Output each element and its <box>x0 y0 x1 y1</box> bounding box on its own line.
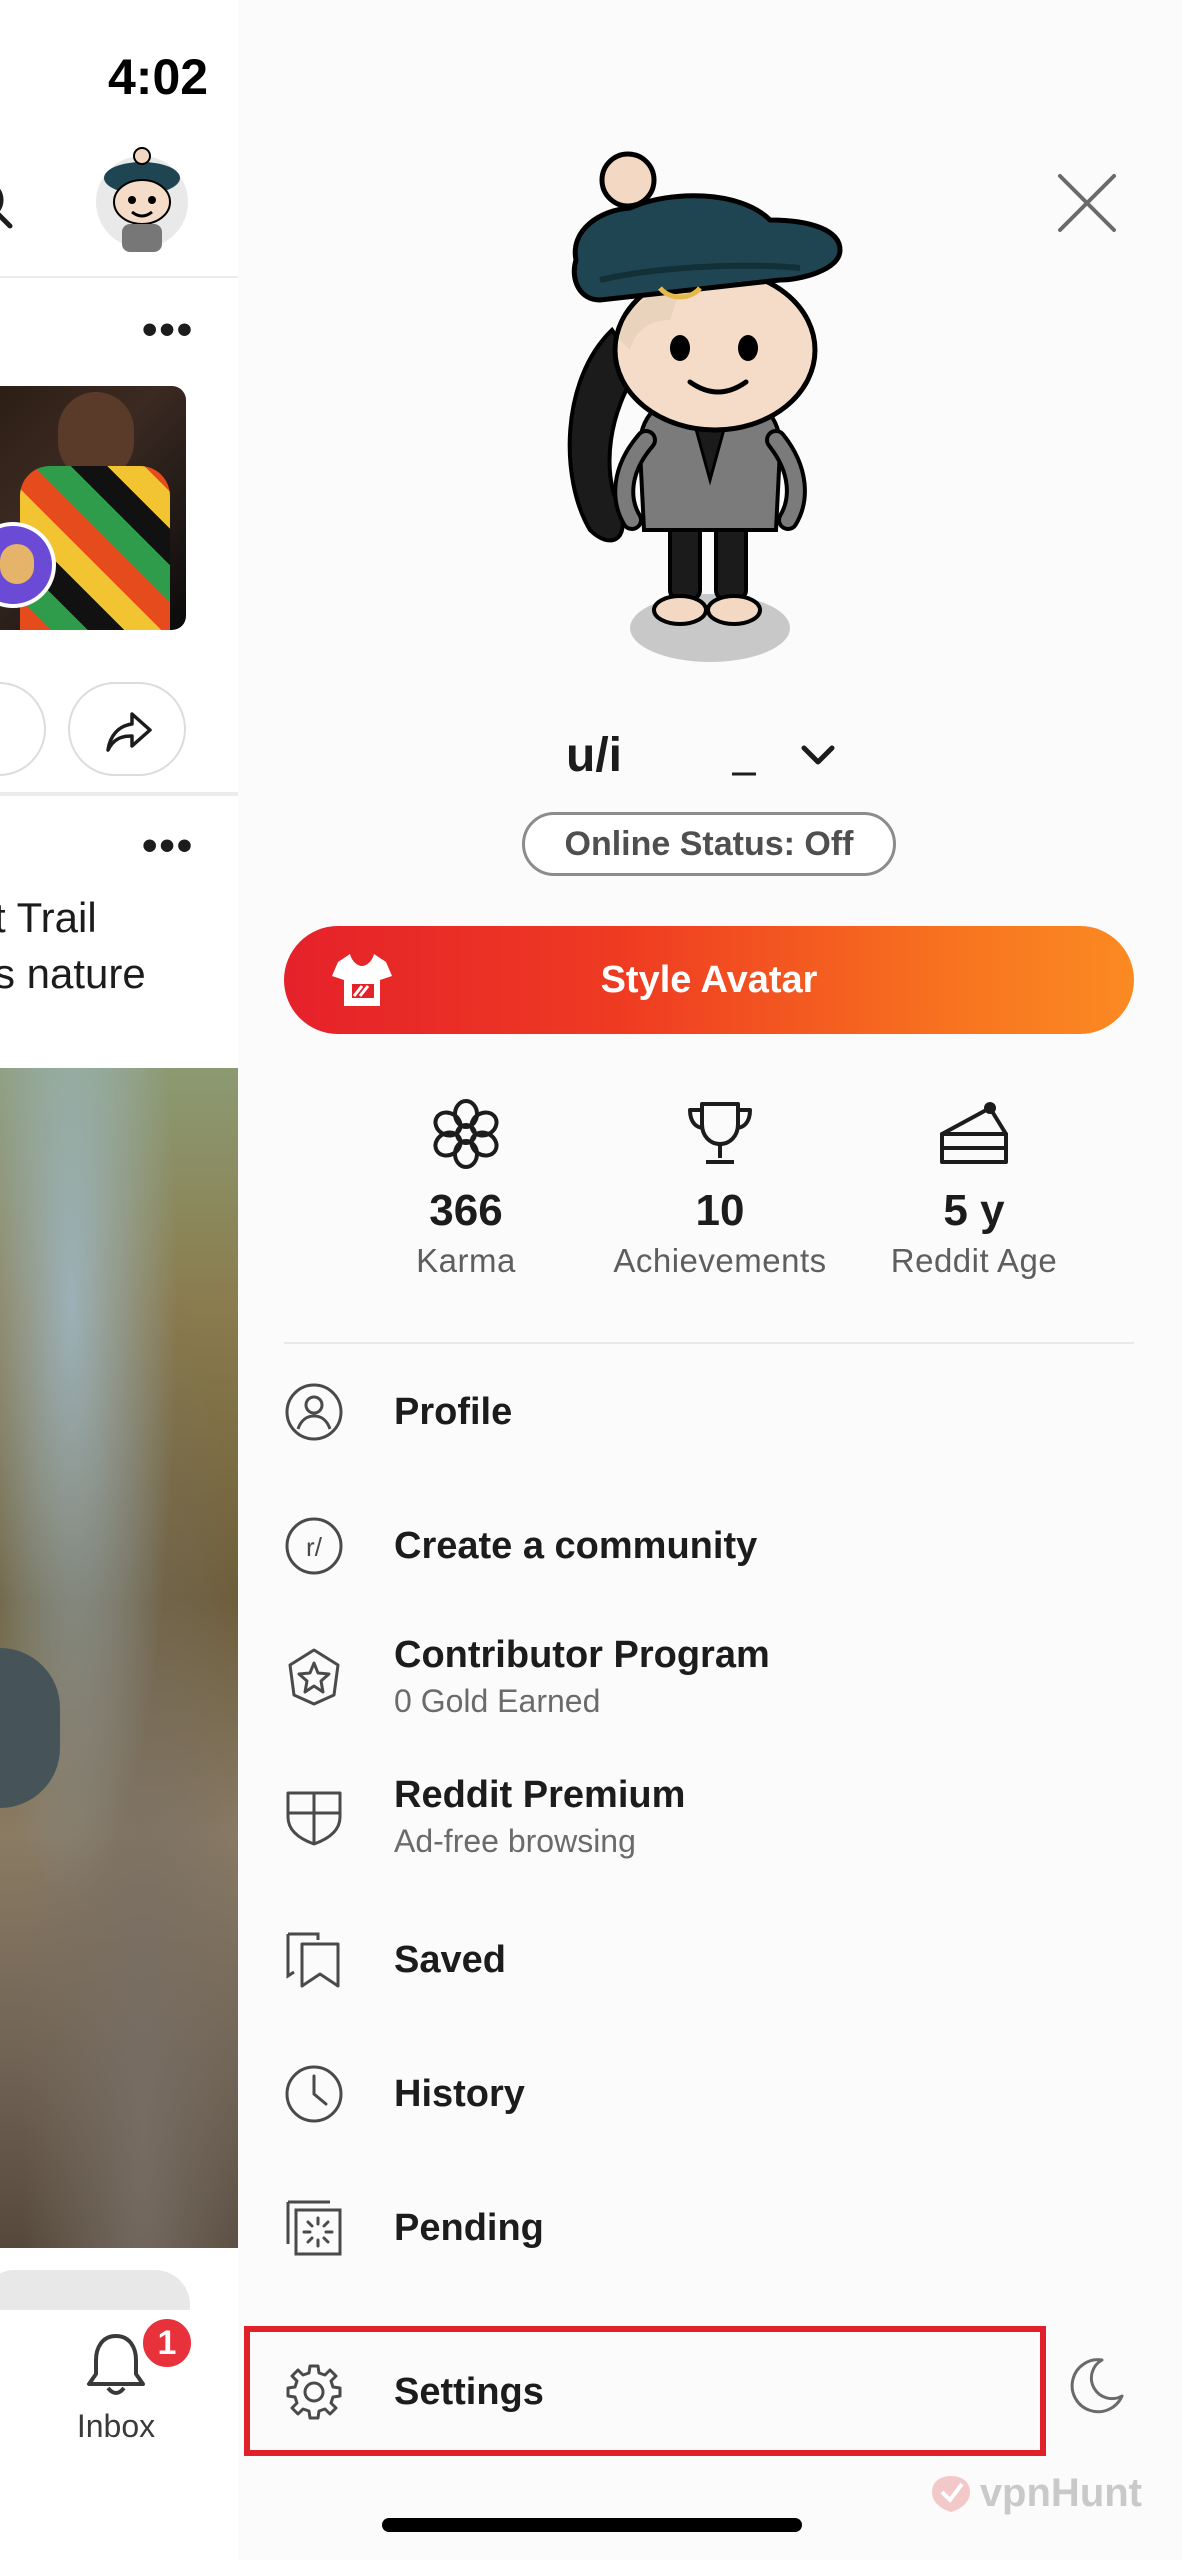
watermark-logo-icon <box>931 2476 970 2512</box>
community-icon: r/ <box>285 1517 343 1575</box>
karma-value: 366 <box>429 1186 503 1235</box>
post-thumbnail[interactable] <box>0 386 186 630</box>
menu-label: Saved <box>394 1938 506 1981</box>
post-image[interactable] <box>0 1068 238 2248</box>
menu-label: Contributor Program <box>394 1634 770 1676</box>
pending-icon <box>286 2200 342 2256</box>
stat-karma[interactable]: 366 Karma <box>340 1094 592 1280</box>
menu-item-saved[interactable]: Saved <box>284 1930 1084 1990</box>
tab-inbox-label[interactable]: Inbox <box>56 2408 176 2445</box>
contributor-icon <box>288 1648 340 1706</box>
background-feed: ••• ••• t Trail s nature 1 Inbox <box>0 0 238 2560</box>
karma-label: Karma <box>416 1242 516 1279</box>
menu-item-create-community[interactable]: r/ Create a community <box>284 1516 1084 1576</box>
post-title-line: t Trail <box>0 894 97 941</box>
more-options-icon[interactable]: ••• <box>142 824 194 868</box>
more-options-icon[interactable]: ••• <box>142 308 194 352</box>
karma-flower-icon <box>433 1099 499 1169</box>
reddit-age-label: Reddit Age <box>890 1242 1058 1279</box>
stat-achievements[interactable]: 10 Achievements <box>594 1094 846 1280</box>
achievements-label: Achievements <box>613 1242 827 1279</box>
cake-icon <box>940 1102 1008 1164</box>
avatar-shirt-icon <box>332 954 392 1006</box>
menu-label: Profile <box>394 1390 513 1433</box>
share-icon <box>106 712 152 752</box>
menu-label: Create a community <box>394 1524 758 1567</box>
menu-item-history[interactable]: History <box>284 2064 1084 2124</box>
profile-stats: 366 Karma 10 Achievements 5 y Reddit Age <box>340 1094 1100 1280</box>
menu-item-profile[interactable]: Profile <box>284 1382 1084 1442</box>
menu-label: Pending <box>394 2206 544 2249</box>
comment-button[interactable] <box>0 682 46 776</box>
trophy-icon <box>688 1102 752 1164</box>
username: u/i <box>566 729 622 782</box>
username-switcher[interactable]: u/i <box>566 728 838 783</box>
premium-shield-icon <box>286 1791 342 1846</box>
settings-highlight-box <box>244 2326 1046 2456</box>
dark-mode-moon-icon[interactable] <box>1066 2356 1126 2416</box>
saved-icon <box>286 1932 340 1988</box>
notification-badge: 1 <box>140 2316 194 2370</box>
menu-label: History <box>394 2072 525 2115</box>
feed-divider <box>0 792 238 796</box>
post-title[interactable]: t Trail s nature <box>0 890 238 1002</box>
menu-item-contributor-program[interactable]: Contributor Program 0 Gold Earned <box>284 1634 1084 1720</box>
style-avatar-label: Style Avatar <box>600 958 818 1001</box>
menu-sublabel: 0 Gold Earned <box>394 1683 601 1719</box>
close-icon[interactable] <box>1054 170 1120 236</box>
menu-item-reddit-premium[interactable]: Reddit Premium Ad-free browsing <box>284 1774 1084 1860</box>
online-status-button[interactable]: Online Status: Off <box>522 812 896 876</box>
section-divider <box>284 1342 1134 1344</box>
menu-item-pending[interactable]: Pending <box>284 2198 1084 2258</box>
user-avatar-small[interactable] <box>92 140 192 260</box>
username-redacted <box>732 772 756 775</box>
watermark-text: vpnHunt <box>979 2470 1142 2515</box>
achievements-value: 10 <box>695 1186 745 1235</box>
stat-reddit-age[interactable]: 5 y Reddit Age <box>848 1094 1100 1280</box>
style-avatar-button[interactable]: Style Avatar <box>284 926 1134 1034</box>
feed-divider <box>0 276 238 278</box>
home-indicator[interactable] <box>382 2518 802 2532</box>
menu-label: Reddit Premium <box>394 1774 686 1816</box>
menu-sublabel: Ad-free browsing <box>394 1823 636 1859</box>
avatar[interactable] <box>520 150 860 670</box>
reddit-age-value: 5 y <box>943 1186 1005 1235</box>
post-title-line: s nature <box>0 950 146 997</box>
share-button[interactable] <box>68 682 186 776</box>
profile-icon <box>285 1383 343 1441</box>
history-icon <box>285 2065 343 2123</box>
chevron-down-icon[interactable] <box>798 736 838 776</box>
bell-icon[interactable] <box>84 2330 148 2400</box>
status-time: 4:02 <box>108 49 209 105</box>
svg-text:r/: r/ <box>306 1532 323 1562</box>
search-icon[interactable] <box>0 176 16 232</box>
watermark: vpnHunt <box>928 2470 1142 2516</box>
